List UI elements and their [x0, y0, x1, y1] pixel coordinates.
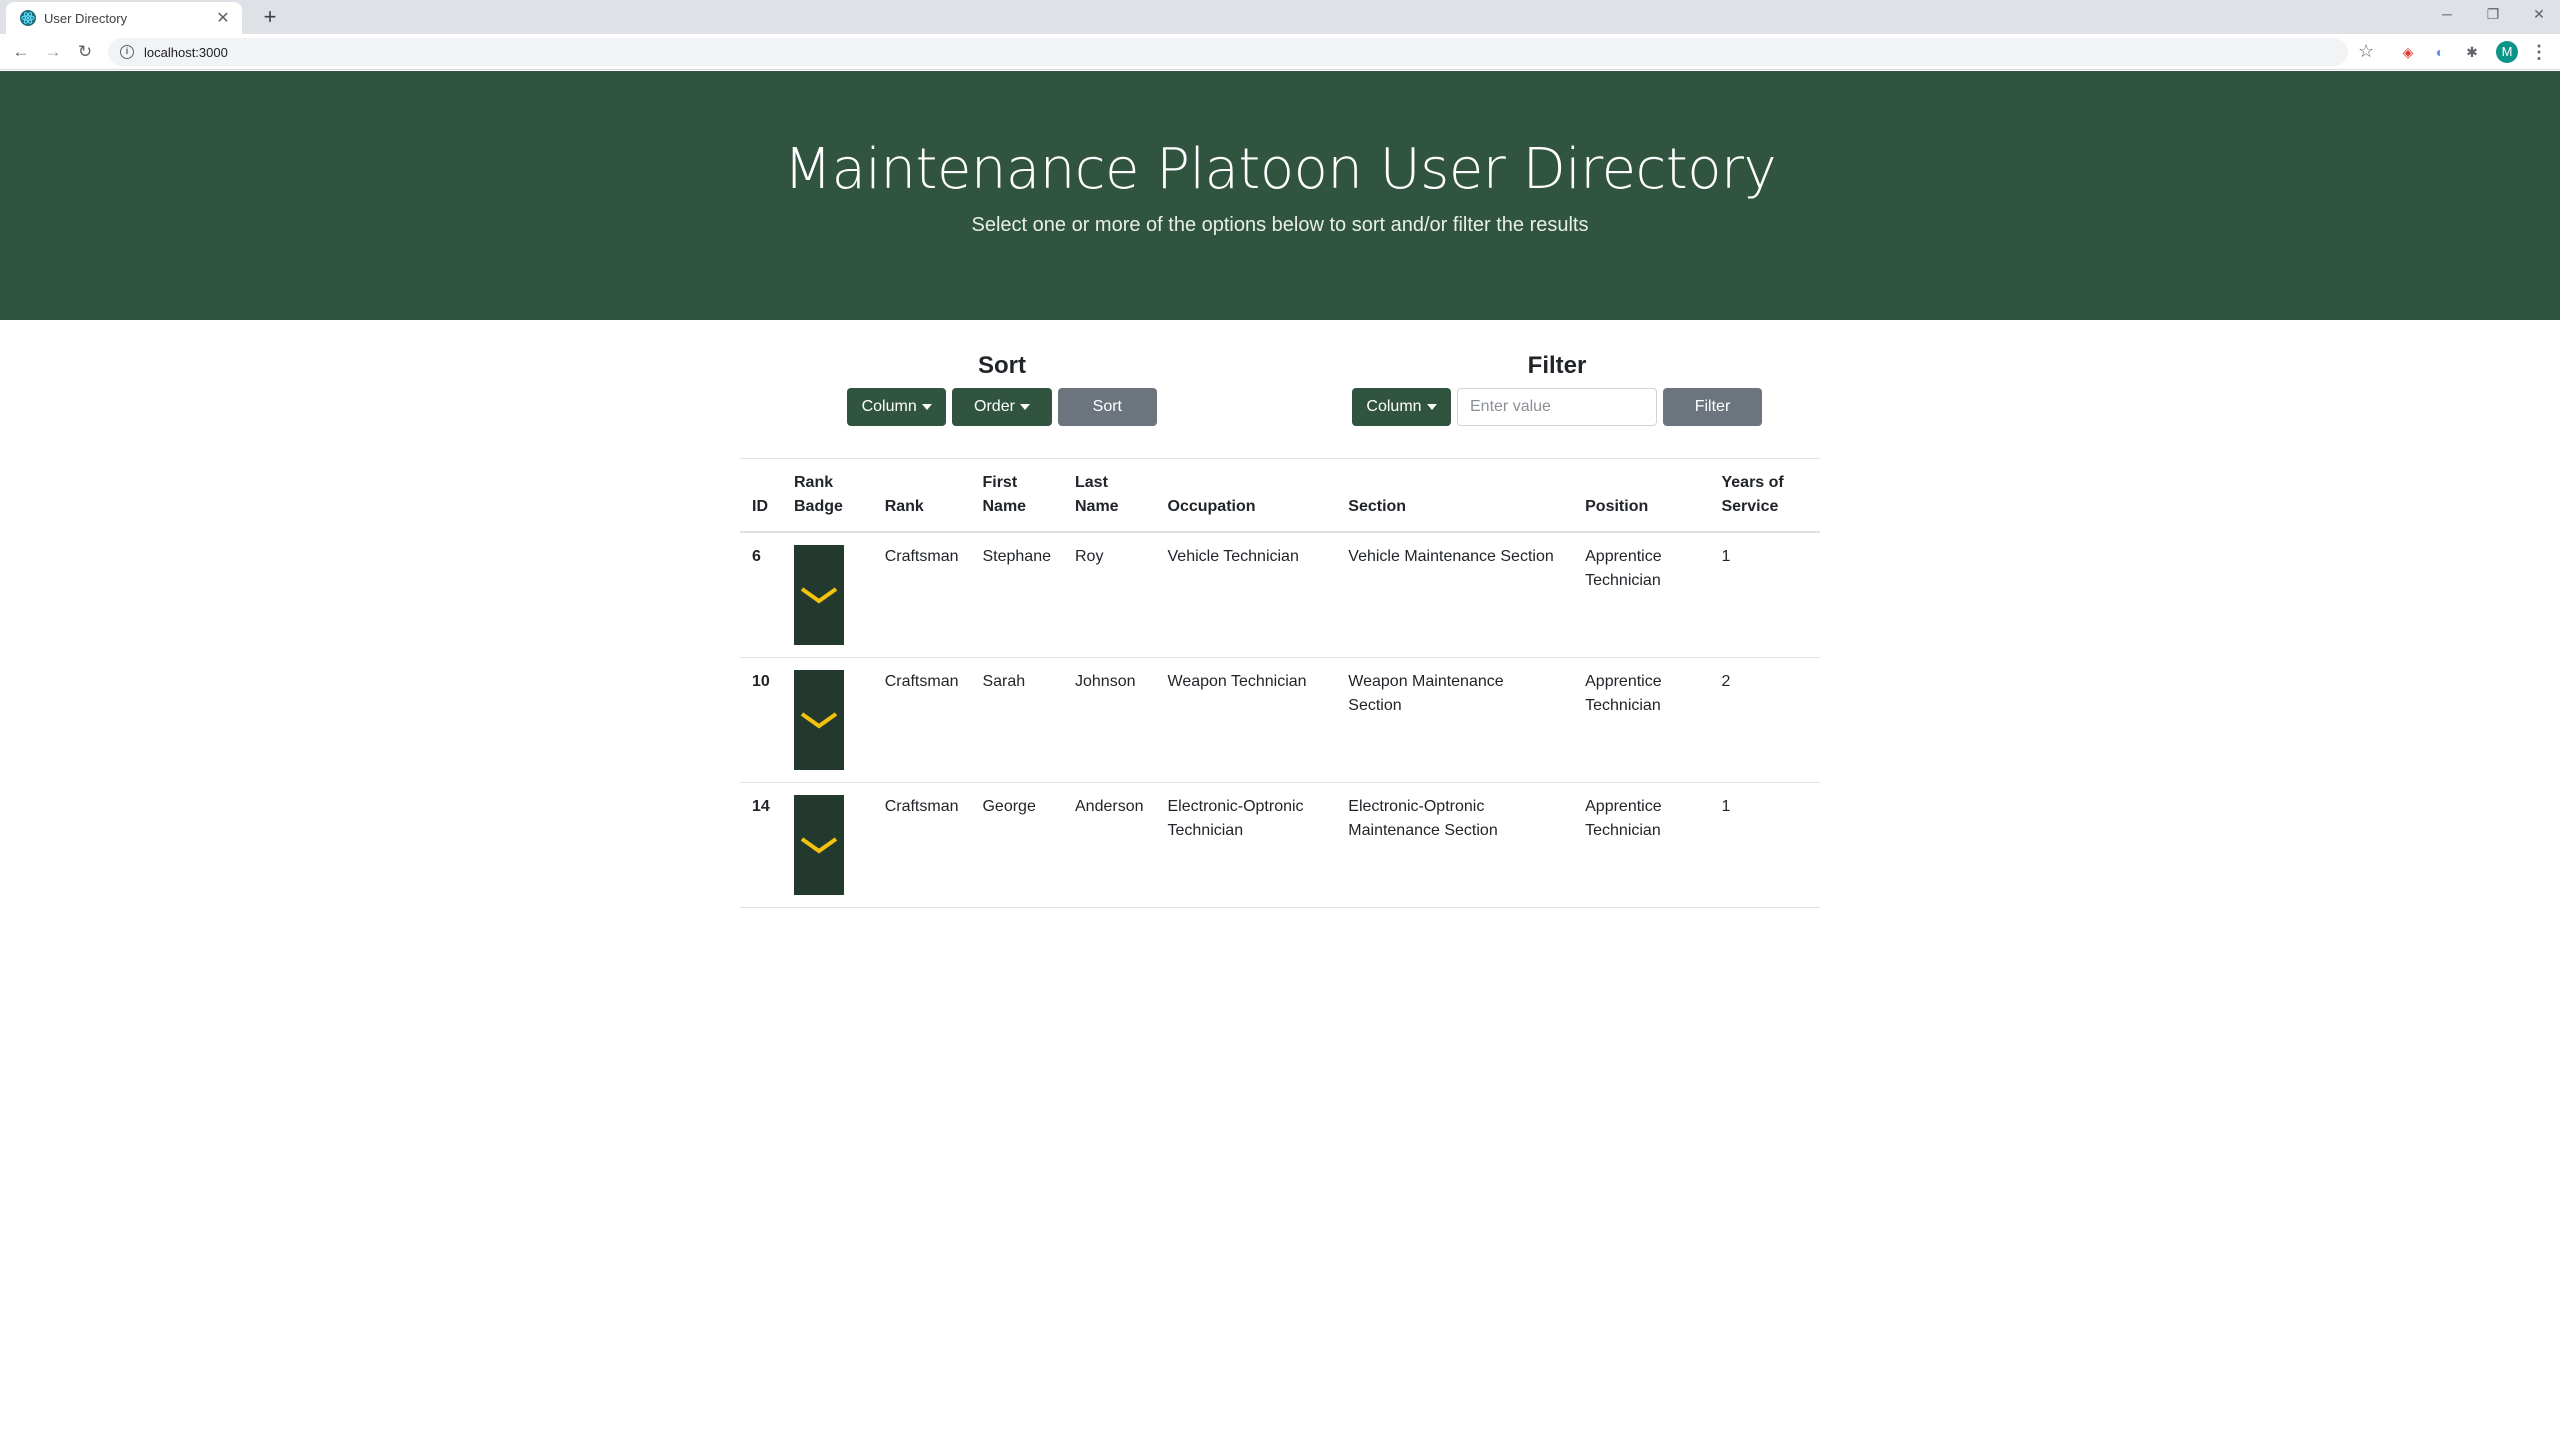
table-header-row: ID Rank Badge Rank First Name Last Name …	[740, 458, 1820, 533]
cell-occupation: Vehicle Technician	[1155, 532, 1337, 658]
reload-icon[interactable]: ↻	[74, 41, 96, 63]
caret-down-icon	[1426, 404, 1437, 410]
cell-rank: Craftsman	[872, 657, 971, 783]
page-header: Maintenance Platoon User Directory Selec…	[0, 71, 2560, 320]
sort-column-label: Column	[861, 398, 917, 415]
cell-position: Apprentice Technician	[1573, 532, 1710, 658]
profile-avatar[interactable]: M	[2496, 41, 2518, 63]
chevron-icon	[800, 712, 838, 729]
rank-badge	[793, 670, 844, 770]
info-icon[interactable]: i	[120, 45, 134, 59]
cell-first-name: Sarah	[970, 657, 1063, 783]
new-tab-icon[interactable]: +	[258, 5, 282, 29]
cell-rank-badge	[781, 782, 873, 908]
header-years-of-service: Years of Service	[1709, 458, 1820, 533]
window-close-icon[interactable]: ✕	[2524, 6, 2554, 23]
table-row: 14 Craftsman George Anderson Electronic-…	[740, 782, 1820, 908]
bookmark-star-icon[interactable]: ☆	[2358, 41, 2374, 62]
cell-section: Vehicle Maintenance Section	[1336, 532, 1574, 658]
filter-heading: Filter	[1527, 352, 1587, 379]
page-title: Maintenance Platoon User Directory	[783, 137, 1777, 202]
header-years-line2: Service	[1721, 498, 1779, 515]
user-table: ID Rank Badge Rank First Name Last Name …	[740, 458, 1820, 908]
sort-order-dropdown[interactable]: Order	[952, 388, 1052, 426]
cell-years: 1	[1709, 532, 1820, 658]
cell-occupation: Weapon Technician	[1155, 657, 1337, 783]
cell-last-name: Roy	[1063, 532, 1156, 658]
header-years-line1: Years of	[1721, 474, 1784, 491]
browser-tab[interactable]: User Directory ✕	[6, 2, 242, 34]
cell-section: Weapon Maintenance Section	[1336, 657, 1574, 783]
cell-id: 10	[740, 657, 782, 783]
header-rank-badge: Rank Badge	[781, 458, 873, 533]
header-last-name-line2: Name	[1075, 498, 1119, 515]
back-icon[interactable]: ←	[10, 41, 32, 63]
sort-button[interactable]: Sort	[1057, 388, 1157, 426]
header-rank-badge-line2: Badge	[793, 498, 843, 515]
header-first-name-line2: Name	[982, 498, 1027, 515]
cell-rank: Craftsman	[872, 782, 971, 908]
browser-tabstrip: User Directory ✕ + ─ ❐ ✕	[0, 0, 2560, 34]
extension-icon[interactable]: ◈	[2398, 42, 2418, 62]
cell-first-name: Stephane	[970, 532, 1063, 658]
header-id: ID	[740, 458, 782, 533]
rank-badge	[793, 545, 844, 645]
address-bar[interactable]: i localhost:3000	[108, 38, 2348, 66]
react-icon	[20, 10, 36, 26]
filter-value-input[interactable]	[1457, 388, 1657, 426]
restore-icon[interactable]: ❐	[2478, 6, 2508, 23]
header-last-name: Last Name	[1063, 458, 1156, 533]
table-row: 10 Craftsman Sarah Johnson Weapon Techni…	[740, 657, 1820, 783]
cell-section: Electronic-Optronic Maintenance Section	[1336, 782, 1574, 908]
table-row: 6 Craftsman Stephane Roy Vehicle Technic…	[740, 532, 1820, 658]
puzzle-icon[interactable]: ✱	[2462, 42, 2482, 62]
filter-button[interactable]: Filter	[1663, 388, 1762, 426]
header-last-name-line1: Last	[1075, 474, 1108, 491]
cell-rank-badge	[781, 657, 873, 783]
cell-id: 14	[740, 782, 782, 908]
filter-group: Filter Column Filter	[1352, 352, 1762, 426]
page-subtitle: Select one or more of the options below …	[971, 214, 1589, 236]
sort-group: Sort Column Order Sort	[847, 352, 1157, 426]
cell-id: 6	[740, 532, 782, 658]
sort-heading: Sort	[978, 352, 1026, 379]
cell-last-name: Anderson	[1063, 782, 1156, 908]
cell-position: Apprentice Technician	[1573, 657, 1710, 783]
header-first-name: First Name	[970, 458, 1063, 533]
header-rank: Rank	[872, 458, 971, 533]
caret-down-icon	[921, 404, 932, 410]
minimize-icon[interactable]: ─	[2432, 6, 2462, 22]
cell-occupation: Electronic-Optronic Technician	[1155, 782, 1337, 908]
filter-column-label: Column	[1366, 398, 1422, 415]
extension-icon[interactable]: ◐	[2430, 42, 2450, 62]
rank-badge	[793, 795, 844, 895]
cell-rank-badge	[781, 532, 873, 658]
cell-rank: Craftsman	[872, 532, 971, 658]
chevron-icon	[800, 837, 838, 854]
sort-column-dropdown[interactable]: Column	[847, 388, 947, 426]
chevron-icon	[800, 587, 838, 604]
kebab-menu-icon[interactable]: ⋮	[2530, 41, 2548, 63]
caret-down-icon	[1019, 404, 1030, 410]
header-section: Section	[1336, 458, 1574, 533]
cell-last-name: Johnson	[1063, 657, 1156, 783]
header-rank-badge-line1: Rank	[793, 474, 834, 491]
forward-icon[interactable]: →	[42, 41, 64, 63]
header-position: Position	[1573, 458, 1710, 533]
filter-column-dropdown[interactable]: Column	[1352, 388, 1451, 426]
cell-position: Apprentice Technician	[1573, 782, 1710, 908]
browser-toolbar: ← → ↻ i localhost:3000 ☆ ◈ ◐ ✱ M ⋮	[0, 34, 2560, 70]
tab-title: User Directory	[44, 10, 128, 26]
tab-close-icon[interactable]: ✕	[214, 8, 232, 28]
header-occupation: Occupation	[1155, 458, 1337, 533]
cell-years: 1	[1709, 782, 1820, 908]
url-text: localhost:3000	[144, 44, 228, 60]
cell-first-name: George	[970, 782, 1063, 908]
header-first-name-line1: First	[982, 474, 1018, 491]
cell-years: 2	[1709, 657, 1820, 783]
sort-order-label: Order	[974, 398, 1015, 415]
